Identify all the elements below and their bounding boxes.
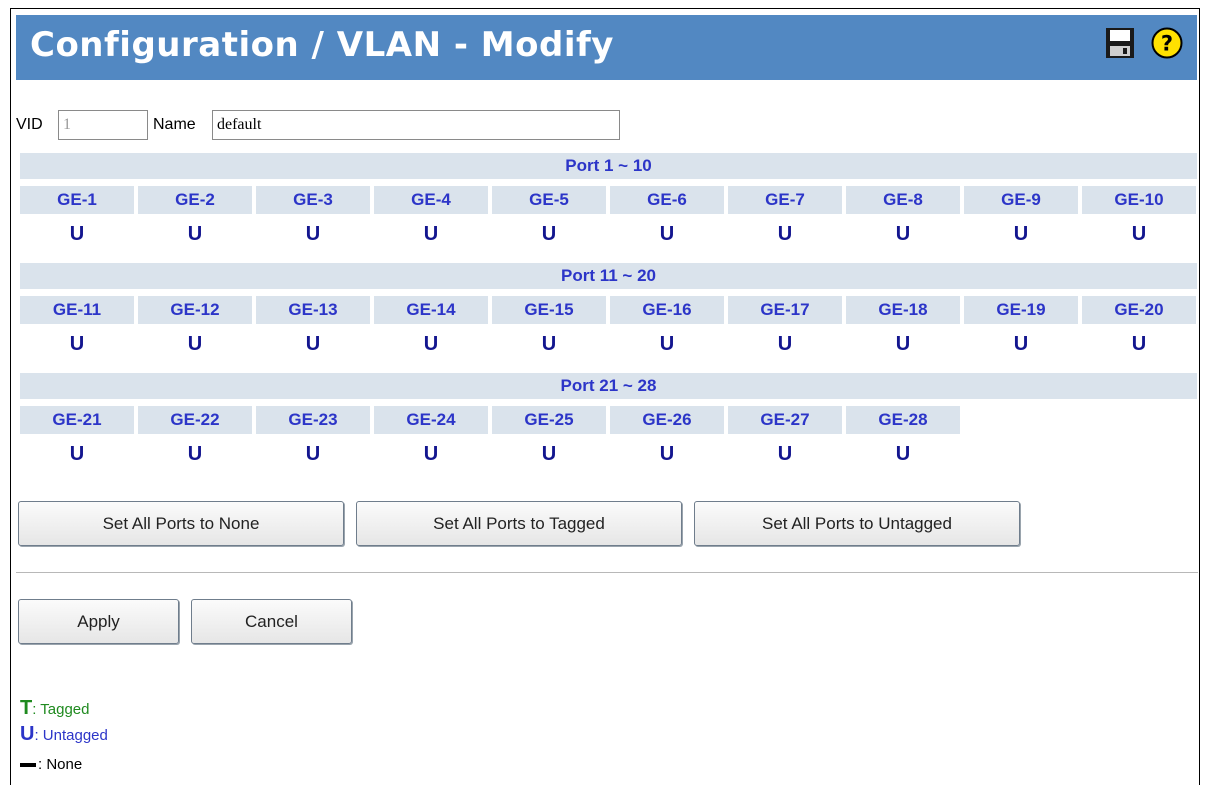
port-label: GE-18 xyxy=(846,296,960,324)
port-membership-toggle[interactable]: U xyxy=(492,329,606,359)
port-membership-toggle[interactable]: U xyxy=(138,439,252,469)
legend-none: : None xyxy=(20,756,82,773)
port-membership-toggle[interactable]: U xyxy=(1082,329,1196,359)
section-header: Port 11 ~ 20 xyxy=(20,263,1197,289)
section-header: Port 21 ~ 28 xyxy=(20,373,1197,399)
port-membership-toggle[interactable]: U xyxy=(20,219,134,249)
vid-field xyxy=(58,110,148,140)
port-label: GE-6 xyxy=(610,186,724,214)
port-membership-toggle[interactable]: U xyxy=(846,219,960,249)
port-label: GE-14 xyxy=(374,296,488,324)
port-label: GE-22 xyxy=(138,406,252,434)
legend-tagged: T: Tagged xyxy=(20,697,90,720)
none-legend-text: : None xyxy=(38,756,83,773)
port-membership-toggle[interactable]: U xyxy=(846,439,960,469)
port-label: GE-3 xyxy=(256,186,370,214)
save-icon[interactable] xyxy=(1105,27,1135,59)
port-label: GE-19 xyxy=(964,296,1078,324)
svg-text:?: ? xyxy=(1161,32,1173,56)
port-label: GE-21 xyxy=(20,406,134,434)
port-membership-toggle[interactable]: U xyxy=(138,219,252,249)
port-membership-toggle[interactable]: U xyxy=(492,219,606,249)
port-label: GE-11 xyxy=(20,296,134,324)
port-membership-toggle[interactable]: U xyxy=(256,329,370,359)
port-label: GE-12 xyxy=(138,296,252,324)
port-label: GE-16 xyxy=(610,296,724,324)
port-label: GE-10 xyxy=(1082,186,1196,214)
port-label: GE-9 xyxy=(964,186,1078,214)
port-membership-toggle[interactable]: U xyxy=(846,329,960,359)
section-header: Port 1 ~ 10 xyxy=(20,153,1197,179)
tagged-legend-text: : Tagged xyxy=(32,701,90,718)
port-membership-toggle[interactable]: U xyxy=(374,439,488,469)
port-label: GE-1 xyxy=(20,186,134,214)
port-membership-toggle[interactable]: U xyxy=(20,439,134,469)
name-field[interactable] xyxy=(212,110,620,140)
help-icon[interactable]: ? xyxy=(1151,27,1183,59)
port-label: GE-4 xyxy=(374,186,488,214)
port-membership-toggle[interactable]: U xyxy=(610,329,724,359)
port-label: GE-17 xyxy=(728,296,842,324)
port-membership-toggle[interactable]: U xyxy=(964,329,1078,359)
none-dash-icon xyxy=(20,763,36,768)
port-membership-toggle[interactable]: U xyxy=(374,329,488,359)
port-membership-toggle[interactable]: U xyxy=(610,439,724,469)
port-label: GE-15 xyxy=(492,296,606,324)
set-all-tagged-button[interactable]: Set All Ports to Tagged xyxy=(356,501,682,546)
apply-button[interactable]: Apply xyxy=(18,599,179,644)
title-bar: Configuration / VLAN - Modify ? xyxy=(16,15,1197,80)
port-label: GE-7 xyxy=(728,186,842,214)
port-membership-toggle[interactable]: U xyxy=(1082,219,1196,249)
port-label: GE-13 xyxy=(256,296,370,324)
port-membership-toggle[interactable]: U xyxy=(610,219,724,249)
untagged-legend-text: : Untagged xyxy=(34,727,108,744)
port-label: GE-24 xyxy=(374,406,488,434)
port-membership-toggle[interactable]: U xyxy=(728,219,842,249)
page-title: Configuration / VLAN - Modify xyxy=(30,25,614,65)
port-membership-toggle[interactable]: U xyxy=(138,329,252,359)
divider xyxy=(16,572,1198,573)
port-membership-toggle[interactable]: U xyxy=(256,439,370,469)
port-label: GE-5 xyxy=(492,186,606,214)
set-all-none-button[interactable]: Set All Ports to None xyxy=(18,501,344,546)
port-label: GE-8 xyxy=(846,186,960,214)
port-membership-toggle[interactable]: U xyxy=(492,439,606,469)
port-label: GE-26 xyxy=(610,406,724,434)
set-all-untagged-button[interactable]: Set All Ports to Untagged xyxy=(694,501,1020,546)
name-label: Name xyxy=(153,116,196,133)
port-label: GE-28 xyxy=(846,406,960,434)
port-label: GE-20 xyxy=(1082,296,1196,324)
port-label: GE-2 xyxy=(138,186,252,214)
port-label: GE-25 xyxy=(492,406,606,434)
port-membership-toggle[interactable]: U xyxy=(728,329,842,359)
tagged-symbol: T xyxy=(20,697,33,719)
port-membership-toggle[interactable]: U xyxy=(256,219,370,249)
vid-label: VID xyxy=(16,116,43,133)
port-membership-toggle[interactable]: U xyxy=(374,219,488,249)
legend-untagged: U: Untagged xyxy=(20,723,108,746)
port-label: GE-23 xyxy=(256,406,370,434)
port-label: GE-27 xyxy=(728,406,842,434)
vlan-identity-row: VID Name xyxy=(16,110,716,144)
untagged-symbol: U xyxy=(20,723,35,745)
port-membership-toggle[interactable]: U xyxy=(20,329,134,359)
port-membership-toggle[interactable]: U xyxy=(728,439,842,469)
cancel-button[interactable]: Cancel xyxy=(191,599,352,644)
port-membership-toggle[interactable]: U xyxy=(964,219,1078,249)
